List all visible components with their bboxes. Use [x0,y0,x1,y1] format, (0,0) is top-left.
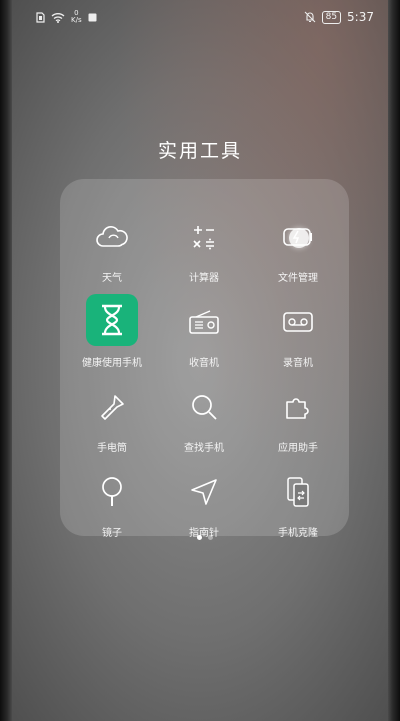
app-radio[interactable]: 收音机 [156,282,252,369]
page-indicator [60,525,349,544]
network-speed-unit: K/s [71,16,82,24]
mute-bell-icon [304,11,316,23]
battery-level: 85 [321,10,342,24]
app-calculator[interactable]: 计算器 [156,197,252,284]
wifi-icon [51,12,65,23]
app-flashlight[interactable]: 手电筒 [64,367,160,454]
folder-title: 实用工具 [157,140,242,162]
page-dot-active [196,535,202,540]
notification-icon [88,13,97,22]
clock: 5:37 [347,10,374,24]
mirror-icon [92,472,132,512]
calculator-icon [184,217,224,257]
sim-icon [36,11,45,23]
puzzle-icon [278,387,318,427]
touch-indicator [289,228,309,248]
hourglass-icon [86,294,138,346]
radio-icon [184,302,224,342]
flashlight-icon [92,387,132,427]
home-screen: 0 K/s 85 5:37 实用工具 天气 计算器 文件管理 健康使用手机 收音… [0,0,400,721]
cloud-icon [92,217,132,257]
search-icon [184,387,224,427]
app-weather[interactable]: 天气 [64,197,160,284]
page-dot [207,535,213,540]
phone-bezel-right [388,0,400,721]
app-digital-balance[interactable]: 健康使用手机 [64,282,160,369]
tape-recorder-icon [278,302,318,342]
network-speed: 0 K/s [71,10,82,24]
app-recorder[interactable]: 录音机 [250,282,346,369]
compass-arrow-icon [184,472,224,512]
phone-clone-icon [278,472,318,512]
app-find-phone[interactable]: 查找手机 [156,367,252,454]
app-app-assistant[interactable]: 应用助手 [250,367,346,454]
status-bar: 0 K/s 85 5:37 [14,6,386,30]
phone-bezel-left [0,0,12,721]
